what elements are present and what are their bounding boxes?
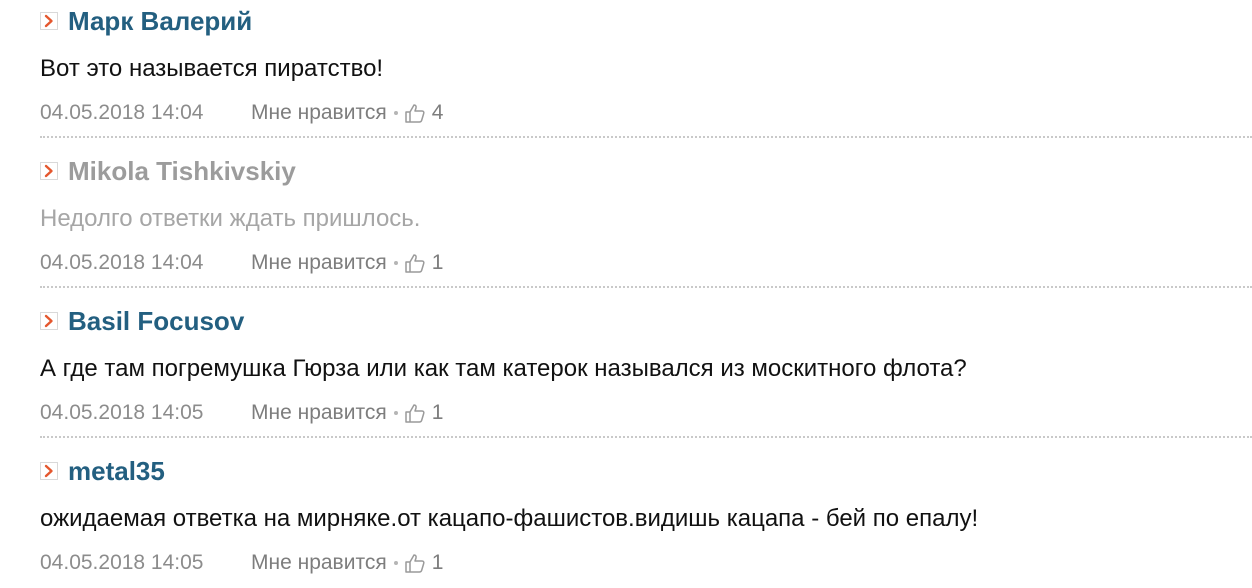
comment-text: Недолго ответки ждать пришлось. — [40, 205, 421, 232]
comment: Basil Focusov А где там погремушка Гюрза… — [40, 286, 1252, 438]
comment: Марк Валерий Вот это называется пиратств… — [40, 0, 1252, 150]
comment-meta: 04.05.2018 14:04 Мне нравится 1 — [40, 248, 443, 278]
separator-dot — [393, 261, 398, 265]
chevron-right-icon — [40, 462, 58, 480]
chevron-right-icon — [40, 162, 58, 180]
comment-author-row: Basil Focusov — [40, 306, 244, 336]
separator-dot — [393, 561, 398, 565]
comment-date: 04.05.2018 14:05 — [40, 401, 204, 424]
like-count: 1 — [431, 251, 444, 274]
comment-meta: 04.05.2018 14:05 Мне нравится 1 — [40, 548, 443, 578]
comment-text: А где там погремушка Гюрза или как там к… — [40, 355, 967, 382]
comment-author-row: Марк Валерий — [40, 6, 252, 36]
like-button[interactable]: Мне нравится — [251, 251, 387, 275]
thumbs-up-icon[interactable] — [404, 102, 426, 124]
comment-date: 04.05.2018 14:04 — [40, 251, 204, 274]
comment: metal35 ожидаемая ответка на мирняке.от … — [40, 436, 1252, 588]
like-button[interactable]: Мне нравится — [251, 401, 387, 425]
comment-text: Вот это называется пиратство! — [40, 55, 384, 82]
comment-date: 04.05.2018 14:05 — [40, 551, 204, 574]
like-button[interactable]: Мне нравится — [251, 551, 387, 575]
comment-meta: 04.05.2018 14:04 Мне нравится 4 — [40, 98, 443, 128]
like-count: 4 — [431, 101, 444, 124]
separator-dot — [393, 111, 398, 115]
comment-author-link[interactable]: Марк Валерий — [68, 6, 252, 36]
comment-list: Марк Валерий Вот это называется пиратств… — [0, 0, 1252, 586]
thumbs-up-icon[interactable] — [404, 252, 426, 274]
comment-author-row: metal35 — [40, 456, 165, 486]
comment-author-link[interactable]: Mikola Tishkivskiy — [68, 156, 296, 186]
comment-text: ожидаемая ответка на мирняке.от кацапо-ф… — [40, 505, 979, 532]
separator-dot — [393, 411, 398, 415]
like-button[interactable]: Мне нравится — [251, 101, 387, 125]
comment-author-link[interactable]: Basil Focusov — [68, 306, 244, 336]
comment-date: 04.05.2018 14:04 — [40, 101, 204, 124]
comment-author-row: Mikola Tishkivskiy — [40, 156, 296, 186]
comment-meta: 04.05.2018 14:05 Мне нравится 1 — [40, 398, 443, 428]
comment-author-link[interactable]: metal35 — [68, 456, 165, 486]
thumbs-up-icon[interactable] — [404, 402, 426, 424]
like-count: 1 — [431, 551, 444, 574]
chevron-right-icon — [40, 312, 58, 330]
chevron-right-icon — [40, 12, 58, 30]
thumbs-up-icon[interactable] — [404, 552, 426, 574]
comment: Mikola Tishkivskiy Недолго ответки ждать… — [40, 136, 1252, 288]
like-count: 1 — [431, 401, 444, 424]
